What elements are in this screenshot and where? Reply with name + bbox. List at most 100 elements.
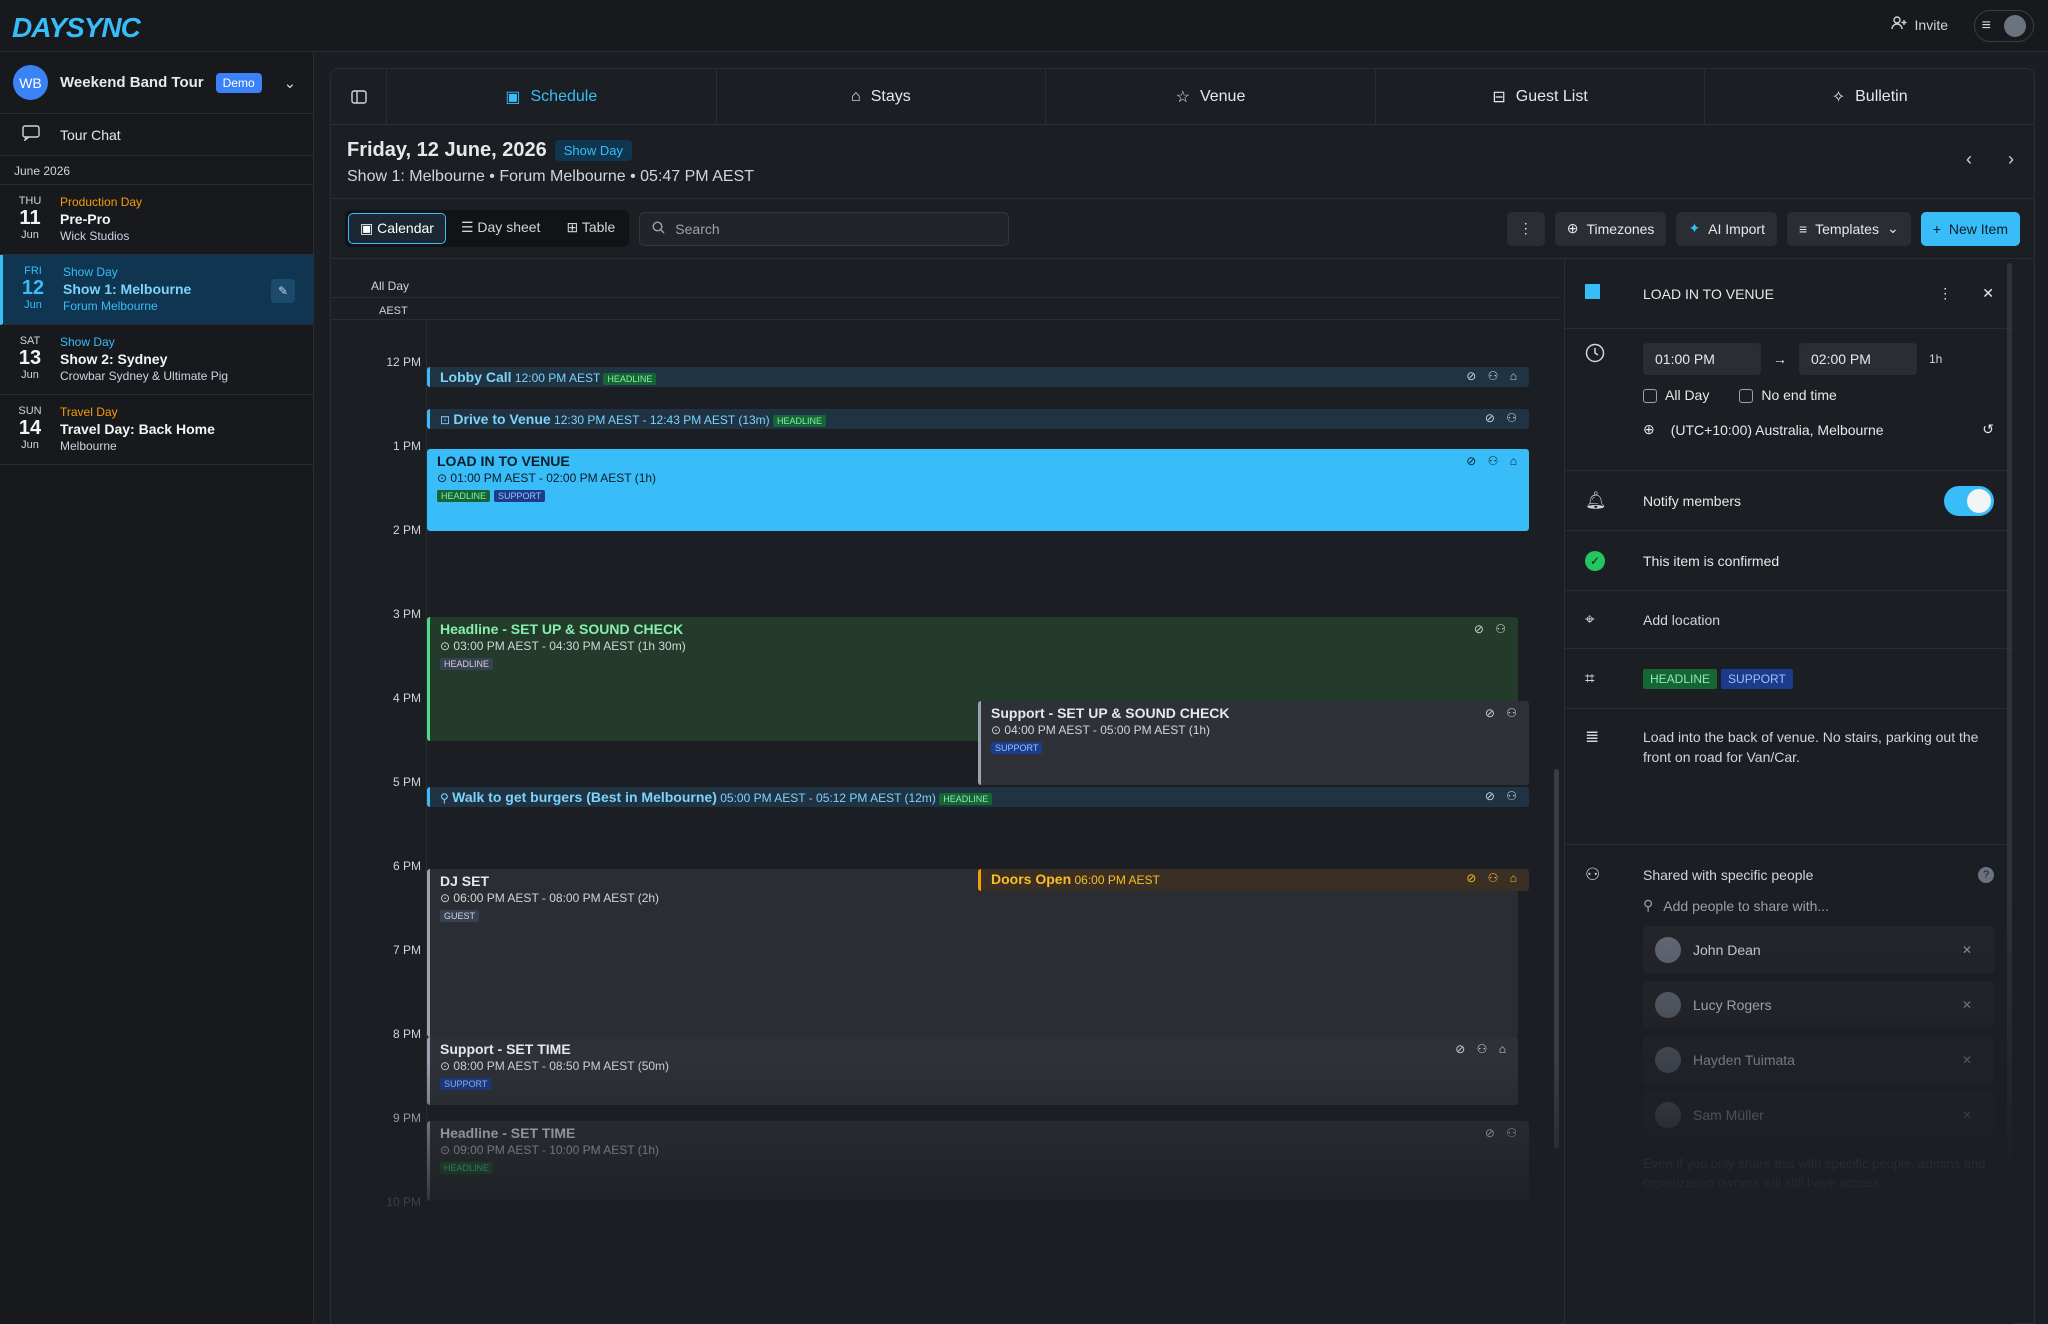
- add-people-input[interactable]: ⚲ Add people to share with...: [1565, 897, 2014, 926]
- no-end-time-checkbox[interactable]: No end time: [1739, 387, 1837, 404]
- person-name: Lucy Rogers: [1693, 997, 1772, 1013]
- notes-text[interactable]: Load into the back of venue. No stairs, …: [1643, 727, 1994, 767]
- event-title: Doors Open: [991, 871, 1072, 887]
- remove-icon[interactable]: ✕: [1962, 998, 1972, 1012]
- day-type: Travel Day: [60, 405, 118, 419]
- event-detail-panel: LOAD IN TO VENUE ⋮ ✕ 01:00 PM → 02:00 PM…: [1564, 259, 2014, 1324]
- event-status-icons: ⊘ ⚇: [1473, 622, 1510, 636]
- timezone-select[interactable]: (UTC+10:00) Australia, Melbourne: [1671, 422, 1967, 438]
- event-headline-set-time[interactable]: Headline - SET TIME ⊙ 09:00 PM AEST - 10…: [427, 1121, 1529, 1201]
- globe-icon: ⊕: [1643, 421, 1655, 438]
- day-title: Show 1: Melbourne: [63, 281, 192, 297]
- hour-label: 12 PM: [386, 355, 421, 369]
- demo-badge: Demo: [215, 72, 262, 93]
- close-icon[interactable]: ✕: [1982, 285, 1994, 302]
- tag-headline: HEADLINE: [440, 658, 494, 670]
- tab-guest-list[interactable]: ⊟ Guest List: [1376, 69, 1706, 124]
- hour-label: 9 PM: [392, 1111, 421, 1125]
- avatar: [2004, 15, 2027, 37]
- scrollbar[interactable]: [2007, 263, 2012, 1163]
- new-item-button[interactable]: + New Item: [1920, 211, 2020, 246]
- event-doors-open[interactable]: Doors Open 06:00 PM AEST ⊘ ⚇ ⌂: [978, 869, 1529, 891]
- event-drive-to-venue[interactable]: ⊡ Drive to Venue 12:30 PM AEST - 12:43 P…: [427, 409, 1529, 429]
- day-month: Jun: [24, 299, 42, 311]
- timezones-button[interactable]: ⊕ Timezones: [1554, 211, 1667, 246]
- view-label: Calendar: [377, 220, 434, 236]
- sidebar: WB Weekend Band Tour Demo ⌄ Tour Chat Ju…: [0, 52, 314, 1324]
- more-options-icon[interactable]: ⋮: [1938, 285, 1952, 302]
- day-dow: SAT: [19, 335, 41, 347]
- user-menu-button[interactable]: ≡: [1974, 10, 2034, 42]
- tag-support[interactable]: SUPPORT: [1721, 668, 1793, 689]
- tab-schedule[interactable]: ▣ Schedule: [387, 69, 717, 124]
- hour-label: 1 PM: [392, 439, 421, 453]
- sidebar-day-14[interactable]: SUN 14 Jun Travel Day Travel Day: Back Home…: [0, 395, 313, 465]
- search-input[interactable]: Search: [639, 211, 1010, 246]
- event-walk-burgers[interactable]: ⚲ Walk to get burgers (Best in Melbourne…: [427, 787, 1529, 807]
- start-time-input[interactable]: 01:00 PM: [1643, 343, 1761, 375]
- remove-icon[interactable]: ✕: [1962, 1053, 1972, 1067]
- help-icon[interactable]: ?: [1978, 867, 1994, 883]
- scrollbar[interactable]: [1554, 769, 1559, 1149]
- chevron-right-icon[interactable]: ›: [2008, 149, 2014, 170]
- notify-label: Notify members: [1643, 492, 1742, 509]
- tab-stays[interactable]: ⌂ Stays: [717, 69, 1047, 124]
- app-logo[interactable]: DAYSYNC: [12, 12, 141, 44]
- event-dj-set[interactable]: DJ SET ⊙ 06:00 PM AEST - 08:00 PM AEST (…: [427, 869, 1518, 1037]
- ai-import-button[interactable]: ✦ AI Import: [1676, 211, 1777, 246]
- event-status-icons: ⊘ ⚇ ⌂: [1466, 871, 1521, 885]
- tab-venue[interactable]: ☆ Venue: [1046, 69, 1376, 124]
- day-location: Forum Melbourne: [63, 299, 158, 313]
- remove-icon[interactable]: ✕: [1962, 943, 1972, 957]
- event-time: 05:00 PM AEST - 05:12 PM AEST (12m): [720, 791, 936, 805]
- hour-label: 6 PM: [392, 859, 421, 873]
- more-options-icon[interactable]: ⋮: [1506, 211, 1545, 246]
- tab-label: Guest List: [1515, 87, 1588, 105]
- event-time: ⊙ 06:00 PM AEST - 08:00 PM AEST (2h): [440, 891, 660, 905]
- event-status-icons: ⊘ ⚇: [1484, 1126, 1521, 1140]
- detail-title[interactable]: LOAD IN TO VENUE: [1643, 286, 1938, 302]
- event-status-icons: ⊘ ⚇ ⌂: [1466, 454, 1521, 468]
- event-lobby-call[interactable]: Lobby Call 12:00 PM AEST HEADLINE ⊘ ⚇ ⌂: [427, 367, 1529, 387]
- calendar-icon: ▣: [505, 88, 521, 106]
- hour-label: 4 PM: [392, 691, 421, 705]
- chevron-left-icon[interactable]: ‹: [1966, 149, 1972, 170]
- color-swatch[interactable]: [1585, 283, 1600, 299]
- time-section: 01:00 PM → 02:00 PM 1h All Day No end ti…: [1565, 329, 2014, 471]
- location-input[interactable]: Add location: [1643, 612, 1720, 628]
- reset-icon[interactable]: ↺: [1982, 421, 1994, 438]
- event-load-in[interactable]: LOAD IN TO VENUE ⊙ 01:00 PM AEST - 02:00…: [427, 449, 1529, 531]
- sidebar-day-11[interactable]: THU 11 Jun Production Day Pre-Pro Wick Studi…: [0, 185, 313, 255]
- tour-chat-link[interactable]: Tour Chat: [0, 114, 313, 156]
- invite-button[interactable]: Invite: [1890, 16, 1948, 33]
- add-people-placeholder: Add people to share with...: [1663, 897, 1830, 914]
- month-label: June 2026: [0, 156, 313, 185]
- day-location: Melbourne: [60, 439, 117, 453]
- calendar-grid[interactable]: All Day AEST 12 PM 1 PM 2 PM 3 PM 4 PM 5…: [331, 259, 1561, 1324]
- event-time-text: 06:00 PM AEST - 08:00 PM AEST (2h): [453, 891, 660, 905]
- check-circle-icon[interactable]: ✓: [1585, 550, 1605, 571]
- event-support-setup[interactable]: Support - SET UP & SOUND CHECK ⊙ 04:00 P…: [978, 701, 1529, 785]
- sidebar-toggle-icon[interactable]: [331, 69, 387, 124]
- tour-selector[interactable]: WB Weekend Band Tour Demo ⌄: [0, 52, 313, 114]
- tab-bulletin[interactable]: ✧ Bulletin: [1705, 69, 2034, 124]
- all-day-checkbox[interactable]: All Day: [1643, 387, 1709, 404]
- end-time-input[interactable]: 02:00 PM: [1799, 343, 1917, 375]
- event-support-set-time[interactable]: Support - SET TIME ⊙ 08:00 PM AEST - 08:…: [427, 1037, 1518, 1105]
- edit-icon[interactable]: ✎: [271, 279, 295, 303]
- remove-icon[interactable]: ✕: [1962, 1108, 1972, 1122]
- view-calendar-button[interactable]: ▣ Calendar: [348, 213, 446, 244]
- notes-row: ≣ Load into the back of venue. No stairs…: [1565, 709, 2014, 845]
- sidebar-day-12[interactable]: FRI 12 Jun Show Day Show 1: Melbourne Forum …: [0, 255, 313, 325]
- view-day-sheet-button[interactable]: ☰ Day sheet: [450, 213, 552, 244]
- notify-toggle[interactable]: [1944, 485, 1994, 516]
- star-icon: ☆: [1175, 88, 1190, 106]
- hour-label: 5 PM: [392, 775, 421, 789]
- sidebar-day-13[interactable]: SAT 13 Jun Show Day Show 2: Sydney Crowbar S…: [0, 325, 313, 395]
- templates-button[interactable]: ≡ Templates ⌄: [1786, 211, 1911, 246]
- confirmed-label: This item is confirmed: [1643, 552, 1780, 569]
- view-table-button[interactable]: ⊞ Table: [555, 213, 626, 244]
- divider: [331, 297, 1561, 298]
- tag-headline[interactable]: HEADLINE: [1643, 668, 1718, 689]
- event-time: 12:00 PM AEST: [514, 371, 601, 385]
